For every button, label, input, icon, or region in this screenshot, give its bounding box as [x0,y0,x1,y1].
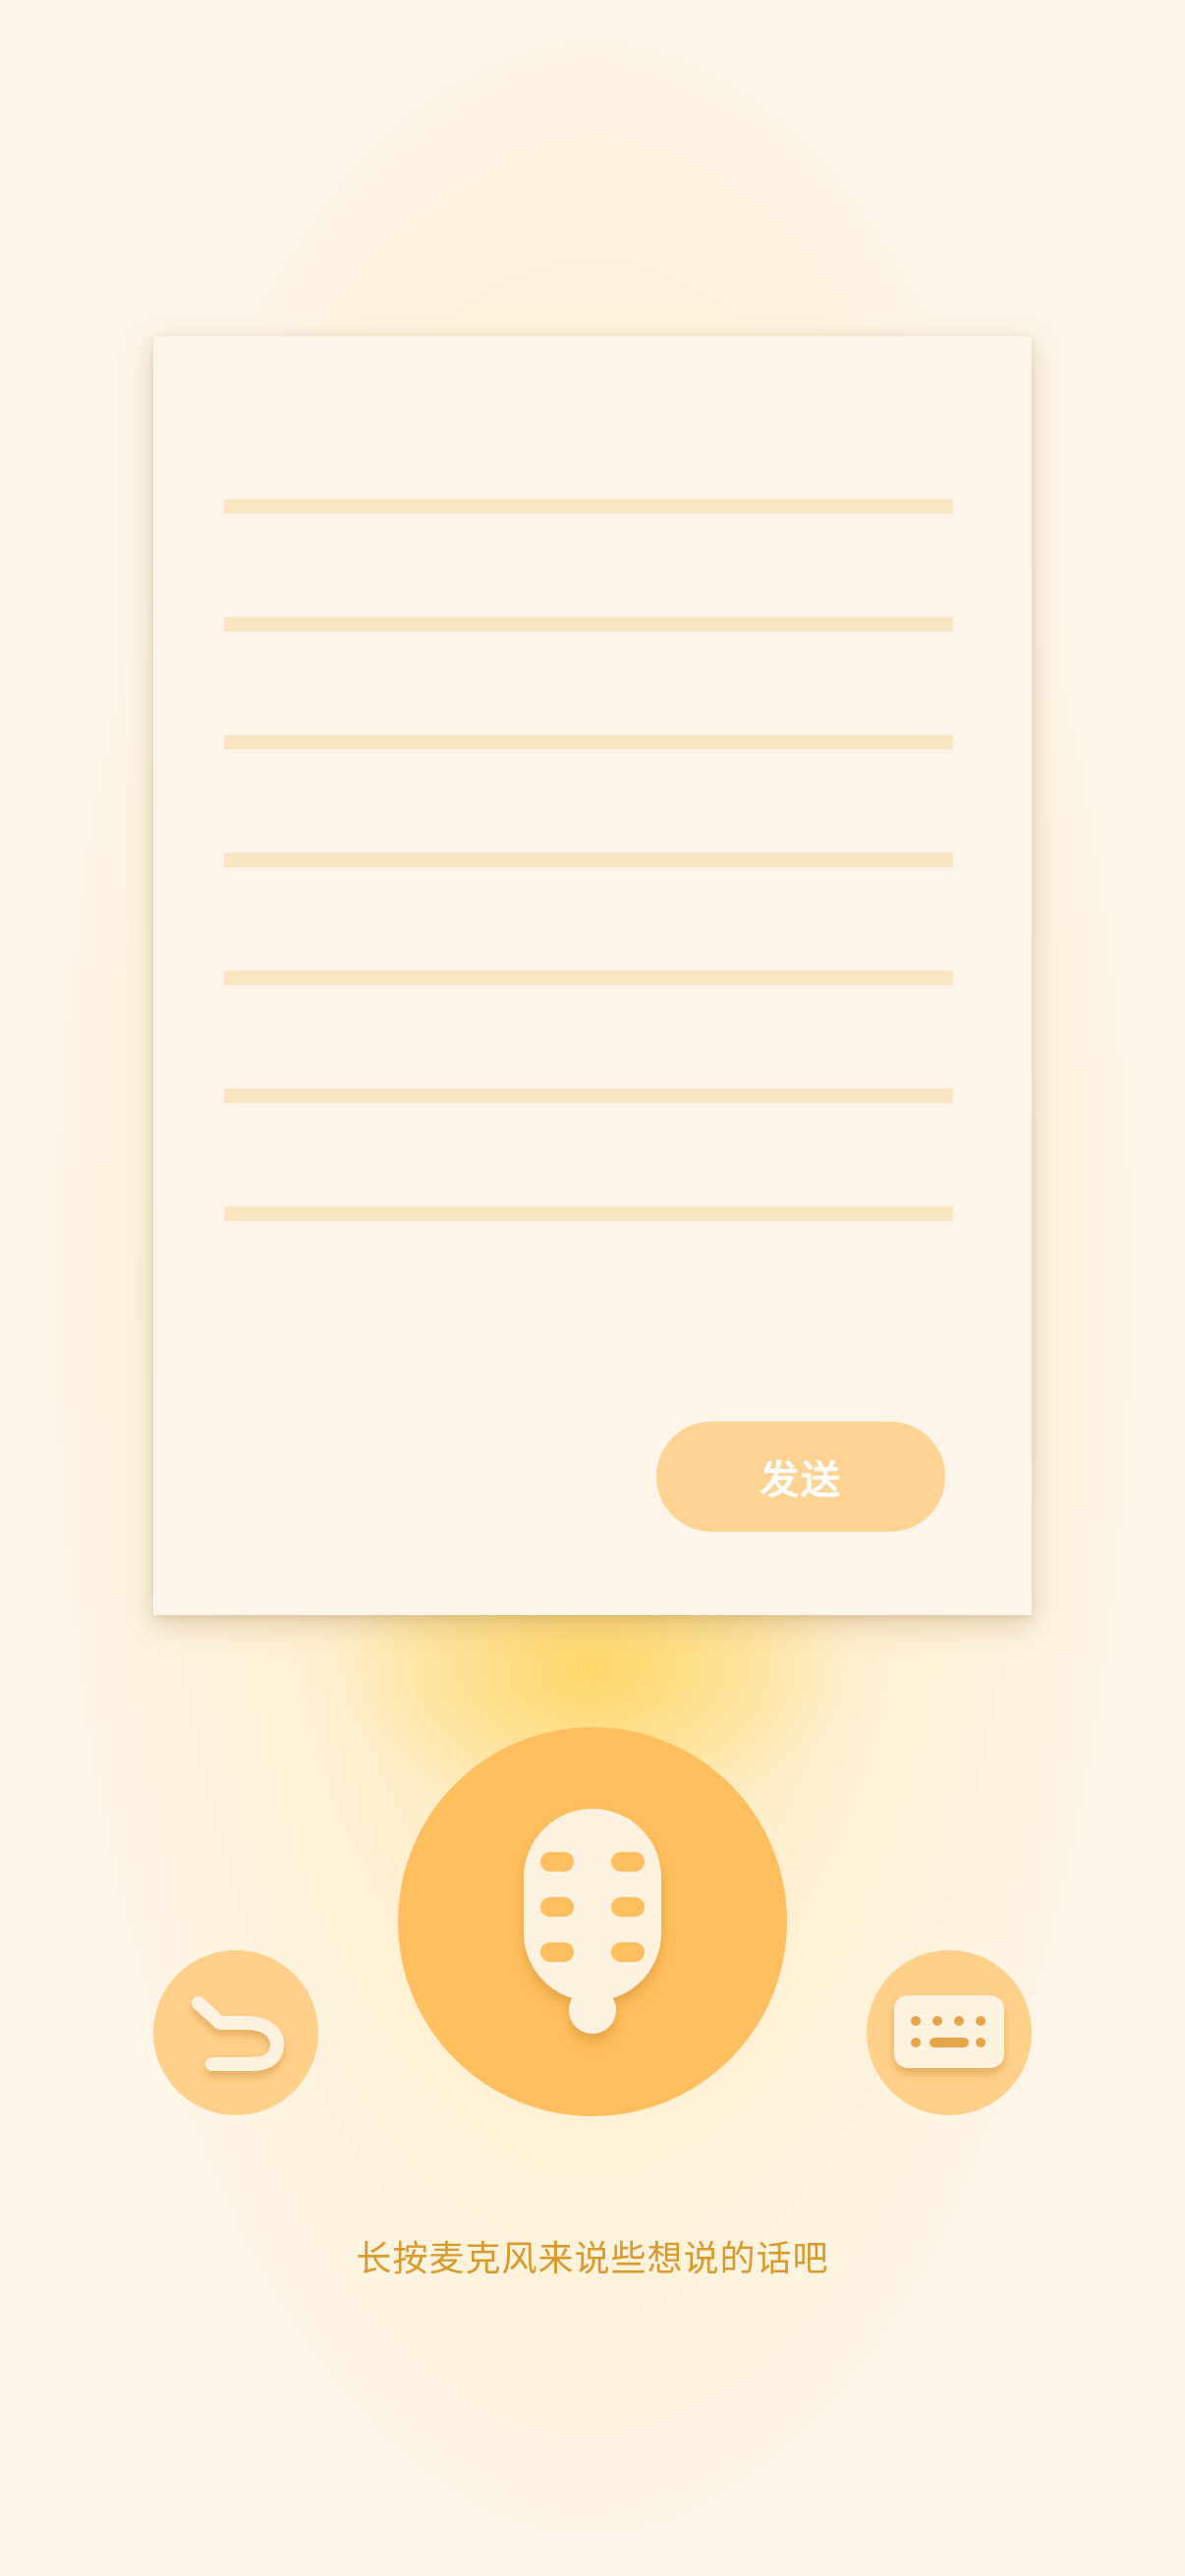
undo-button[interactable] [153,1950,318,2115]
microphone-button[interactable] [398,1727,787,2116]
send-button-label: 发送 [760,1458,842,1503]
paper-rule-line [224,971,953,985]
keyboard-button[interactable] [867,1950,1032,2115]
keyboard-icon [894,1995,1004,2070]
paper-rule-line [224,735,953,750]
paper-rule-line [224,853,953,868]
hint-text: 长按麦克风来说些想说的话吧 [356,2239,829,2279]
paper-rule-line [224,1206,953,1221]
microphone-icon [519,1809,666,2035]
paper-rule-line [224,499,953,514]
undo-icon [187,1993,285,2072]
message-paper: 发送 [153,336,1032,1615]
paper-rule-line [224,1089,953,1103]
paper-rule-line [224,617,953,632]
send-button[interactable]: 发送 [656,1422,945,1532]
